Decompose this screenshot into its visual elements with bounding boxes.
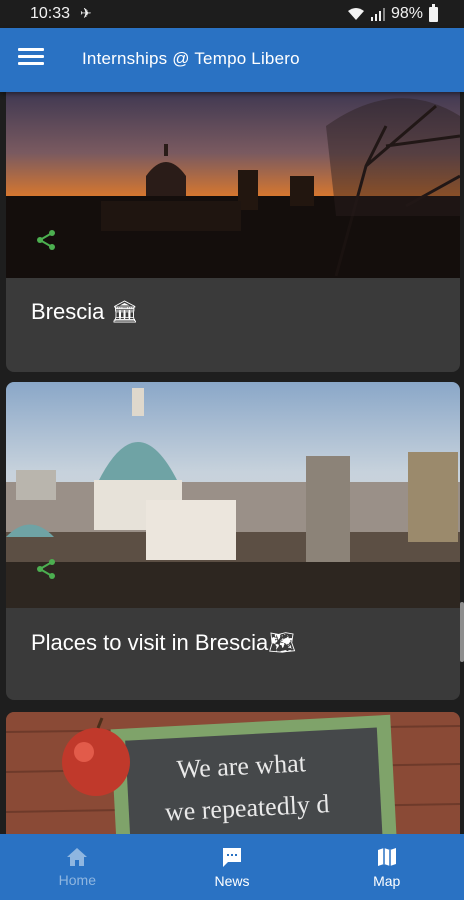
card-image-cityscape [6, 382, 460, 608]
building-emoji: 🏛 [110, 299, 139, 324]
nav-news[interactable]: News [155, 834, 310, 900]
app-title: Internships @ Tempo Libero [82, 49, 300, 68]
status-bar: 10:33 ✈ 98% [0, 0, 464, 28]
scrollbar[interactable] [460, 602, 464, 662]
status-icons: 98% [347, 3, 438, 23]
card-title-text: Brescia [31, 299, 105, 324]
card-brescia[interactable]: Brescia 🏛 [6, 92, 460, 372]
wifi-icon [347, 8, 364, 20]
signal-icon [370, 8, 385, 21]
nav-map[interactable]: Map [309, 834, 464, 900]
battery-icon [429, 3, 438, 22]
card-image-chalkboard: We are what we repeatedly d [6, 712, 460, 834]
nav-home-label: Home [58, 872, 97, 888]
nav-news-label: News [214, 873, 250, 889]
battery-percent: 98% [390, 5, 423, 22]
card-quote[interactable]: We are what we repeatedly d [6, 712, 460, 834]
airplane-icon: ✈ [80, 5, 92, 21]
bottom-nav: Home News Map [0, 834, 464, 900]
map-icon [377, 848, 396, 866]
card-image-sunset [6, 92, 460, 278]
feed-list[interactable]: Brescia 🏛 Places to visit in Brescia🗺 We… [0, 92, 464, 834]
app-bar: Internships @ Tempo Libero [0, 28, 464, 92]
nav-map-label: Map [373, 873, 401, 889]
menu-icon[interactable] [18, 48, 44, 72]
card-title: Brescia 🏛 [31, 299, 138, 325]
home-icon [67, 848, 88, 866]
share-icon[interactable] [34, 228, 58, 252]
status-time: 10:33 [30, 5, 71, 22]
share-icon[interactable] [34, 557, 58, 581]
card-title: Places to visit in Brescia🗺 [31, 630, 296, 656]
card-places[interactable]: Places to visit in Brescia🗺 [6, 382, 460, 700]
card-title-text: Places to visit in Brescia [31, 630, 269, 655]
map-emoji: 🗺 [268, 630, 297, 655]
chat-icon [223, 848, 241, 867]
nav-home[interactable]: Home [0, 834, 155, 900]
